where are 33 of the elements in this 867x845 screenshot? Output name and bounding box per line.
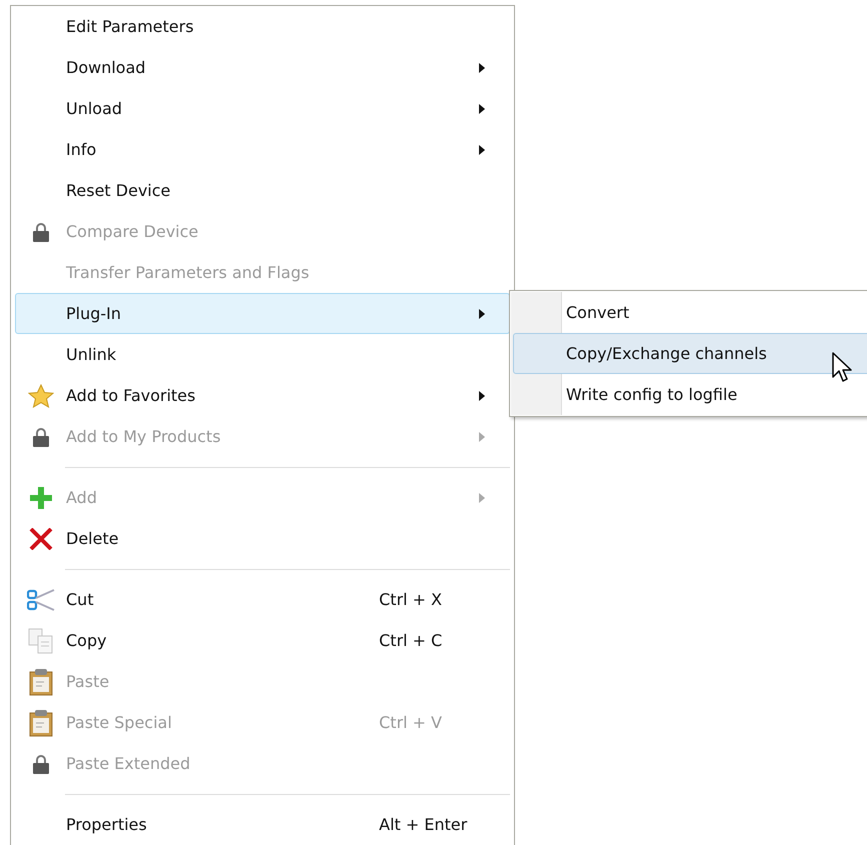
menu-item[interactable]: Cut Ctrl + X (15, 579, 510, 620)
clipboard-icon (29, 708, 53, 736)
delete-icon (29, 528, 53, 550)
star-icon (28, 384, 54, 408)
submenu-arrow-icon (479, 62, 485, 72)
menu-item[interactable]: Download (15, 47, 510, 88)
scissors-icon (27, 588, 55, 610)
submenu-arrow-icon (479, 492, 485, 502)
submenu-item[interactable]: Copy/Exchange channels (513, 333, 867, 374)
lock-icon (31, 220, 51, 242)
menu-item[interactable]: Edit Parameters (15, 6, 510, 47)
clipboard-icon (29, 668, 53, 696)
lock-icon (31, 752, 51, 774)
submenu-arrow-icon (479, 144, 485, 154)
menu-item[interactable]: Reset Device (15, 170, 510, 211)
submenu-arrow-icon (479, 104, 485, 114)
menu-item[interactable]: Copy Ctrl + C (15, 620, 510, 661)
lock-icon (31, 426, 51, 448)
menu-item[interactable]: Delete (15, 518, 510, 559)
menu-item[interactable]: Plug-In (15, 293, 510, 334)
menu-item[interactable]: Unlink (15, 334, 510, 375)
plus-icon (29, 486, 53, 510)
submenu-item[interactable]: Write config to logfile (513, 374, 867, 415)
submenu-arrow-icon (479, 390, 485, 400)
mouse-cursor-icon (832, 352, 854, 384)
submenu-arrow-icon (479, 432, 485, 442)
menu-item[interactable]: Info (15, 129, 510, 170)
menu-item[interactable]: Add to Favorites (15, 375, 510, 416)
submenu-arrow-icon (479, 308, 485, 318)
menu-item[interactable]: Properties Alt + Enter (15, 804, 510, 845)
submenu-item[interactable]: Convert (513, 292, 867, 333)
menu-item[interactable]: Unload (15, 88, 510, 129)
copy-icon (28, 628, 54, 654)
